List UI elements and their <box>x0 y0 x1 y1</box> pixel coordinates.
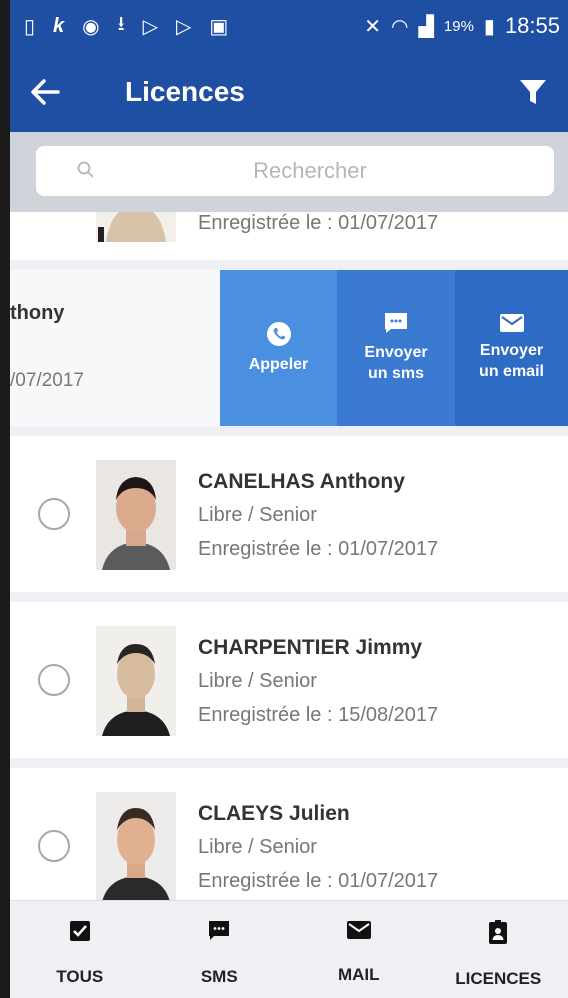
checkbox-icon <box>69 921 90 941</box>
registration-date: Enregistrée le : 01/07/2017 <box>198 870 439 892</box>
status-bar: ▯ k ◉ ⭳ ▷ ▷ ▣ ✕ ◠ ▟ 19% ▮ 18:55 <box>10 0 568 52</box>
avatar <box>96 460 176 570</box>
sms-label-line2: un sms <box>367 365 424 382</box>
swiped-item-name: thony <box>10 302 65 324</box>
phone-icon <box>266 321 291 346</box>
tab-sms[interactable]: SMS <box>150 901 290 998</box>
tab-label: TOUS <box>56 967 104 986</box>
list-item[interactable]: CANELHAS Anthony Libre / Senior Enregist… <box>10 436 568 592</box>
search-icon <box>77 161 94 178</box>
phone-screen: ▯ k ◉ ⭳ ▷ ▷ ▣ ✕ ◠ ▟ 19% ▮ 18:55 Licences <box>10 0 568 998</box>
licence-name: CLAEYS Julien <box>198 802 350 825</box>
k-app-icon: k <box>53 14 65 37</box>
search-placeholder: Rechercher <box>253 158 367 183</box>
bottom-navigation: TOUS SMS MAIL LICENCES <box>10 900 568 998</box>
mail-icon <box>346 921 371 939</box>
tab-label: LICENCES <box>455 969 542 988</box>
select-radio[interactable] <box>38 830 70 862</box>
download-icon: ⭳ <box>117 13 125 35</box>
mute-icon: ✕ <box>364 15 382 38</box>
registration-date: Enregistrée le : 01/07/2017 <box>198 538 439 560</box>
battery-percent: 19% <box>443 17 474 35</box>
send-sms-button[interactable]: Envoyer un sms <box>337 270 455 426</box>
notification-icons: ▯ k ◉ ⭳ ▷ ▷ ▣ <box>24 9 228 43</box>
swipe-actions: Appeler Envoyer un sms Envoyer un email <box>220 270 568 426</box>
registration-date: Enregistrée le : 15/08/2017 <box>198 704 439 726</box>
list-item[interactable]: CLAEYS Julien Libre / Senior Enregistrée… <box>10 768 568 900</box>
select-radio[interactable] <box>38 498 70 530</box>
photo-icon: ▣ <box>209 15 229 38</box>
email-label-line1: Envoyer <box>479 342 544 360</box>
sms-icon <box>385 313 407 334</box>
search-input[interactable]: Rechercher <box>36 146 554 196</box>
select-radio[interactable] <box>38 664 70 696</box>
swiped-item-date: /07/2017 <box>10 370 84 391</box>
sms-label-line1: Envoyer <box>364 344 428 362</box>
tab-tous[interactable]: TOUS <box>10 901 150 998</box>
id-badge-icon <box>489 920 508 944</box>
registration-date: Enregistrée le : 01/07/2017 <box>198 212 439 234</box>
page-title: Licences <box>125 76 245 107</box>
licence-list[interactable]: Enregistrée le : 01/07/2017 thony /07/20… <box>10 212 568 900</box>
sms-icon <box>209 921 230 940</box>
tab-licences[interactable]: LICENCES <box>429 901 568 998</box>
swiped-list-item[interactable]: thony /07/2017 Appeler Envoyer un sms En… <box>10 270 568 426</box>
play-icon: ▷ <box>142 15 158 38</box>
licence-name: CHARPENTIER Jimmy <box>198 636 423 659</box>
arrow-left-icon <box>31 79 60 105</box>
call-label: Appeler <box>248 355 309 373</box>
app-bar: Licences <box>10 52 568 132</box>
licence-category: Libre / Senior <box>198 504 317 526</box>
filter-icon <box>520 80 546 104</box>
list-item[interactable]: Enregistrée le : 01/07/2017 <box>10 212 568 260</box>
tab-mail[interactable]: MAIL <box>289 901 429 998</box>
wifi-icon: ◠ <box>391 15 409 38</box>
list-item[interactable]: CHARPENTIER Jimmy Libre / Senior Enregis… <box>10 602 568 758</box>
notification-icon: ▯ <box>24 15 36 38</box>
licence-name: CANELHAS Anthony <box>198 470 405 493</box>
battery-icon: ▮ <box>483 15 495 38</box>
back-button[interactable] <box>10 52 80 132</box>
search-bar-container: Rechercher <box>10 132 568 212</box>
avatar <box>96 792 176 900</box>
tab-label: MAIL <box>337 965 380 984</box>
licence-category: Libre / Senior <box>198 670 317 692</box>
filter-button[interactable] <box>498 52 568 132</box>
system-icons: ✕ ◠ ▟ 19% ▮ 18:55 <box>364 13 560 39</box>
play-icon: ▷ <box>175 15 192 38</box>
messenger-icon: ◉ <box>82 15 100 38</box>
avatar <box>96 626 176 736</box>
tab-label: SMS <box>200 967 238 986</box>
email-label-line2: un email <box>479 363 544 380</box>
licence-category: Libre / Senior <box>198 836 317 858</box>
signal-icon: ▟ <box>418 15 434 38</box>
clock: 18:55 <box>504 13 560 38</box>
avatar <box>96 212 176 242</box>
send-email-button[interactable]: Envoyer un email <box>455 270 568 426</box>
mail-icon <box>499 314 524 333</box>
call-button[interactable]: Appeler <box>220 270 337 426</box>
